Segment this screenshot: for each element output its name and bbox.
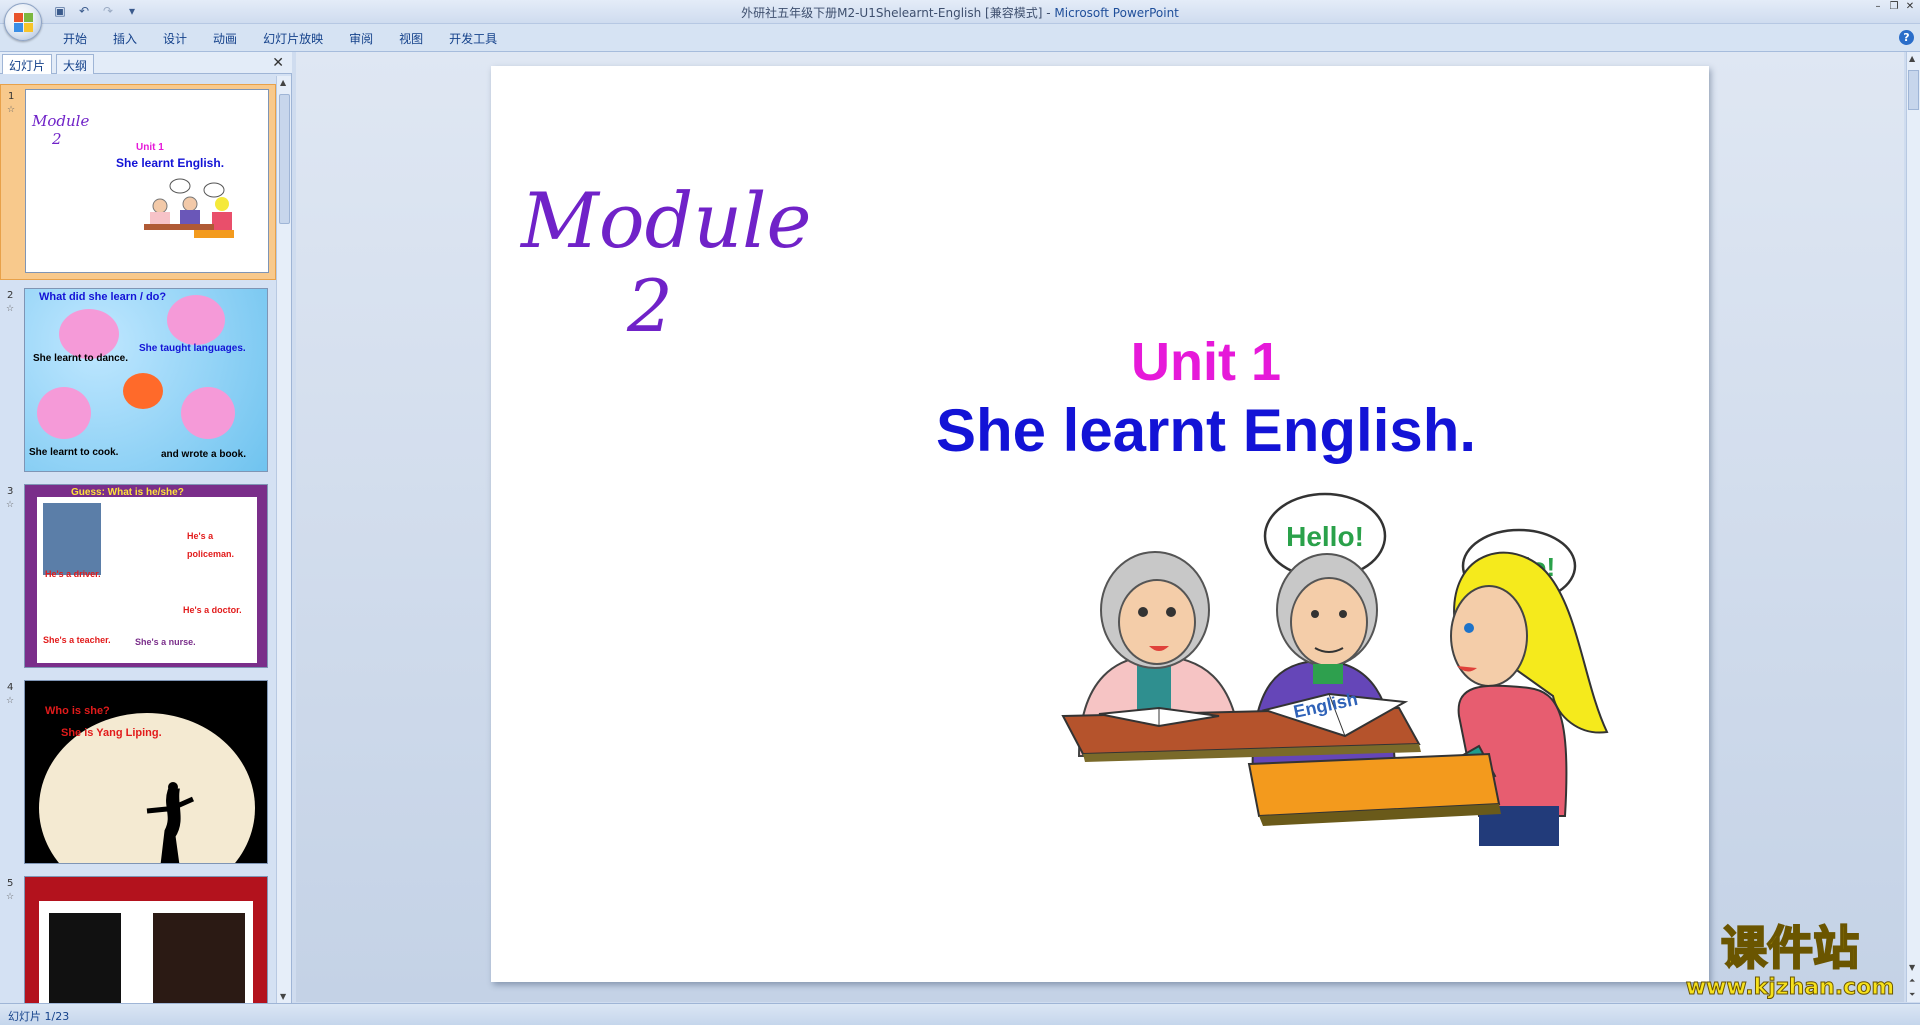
thumbnail-image: Guess: What is he/she? He's a policeman.… [24,484,268,668]
animation-star-icon: ☆ [6,500,15,510]
scroll-down-icon[interactable]: ▼ [280,992,286,1001]
tab-view[interactable]: 视图 [386,30,436,47]
title-separator: - [1042,6,1055,20]
thumb-curtain-left [25,877,39,1003]
tab-slideshow[interactable]: 幻灯片放映 [250,30,336,47]
thumb-illustration [144,178,234,238]
thumb-e: She's a nurse. [135,637,196,647]
thumbnail-image: What did she learn / do? She taught lang… [24,288,268,472]
help-icon[interactable]: ? [1899,30,1914,45]
slide-counter: 幻灯片 1/23 [8,1010,70,1023]
bubble-text-1: Hello! [1286,521,1364,552]
thumb-d: She's a teacher. [43,635,111,645]
classroom-illustration: Hello! Hello! [1061,492,1609,846]
thumb-question: What did she learn / do? [39,291,167,303]
slide-canvas[interactable]: Module 2 Unit 1 She learnt English. Hell… [491,66,1709,982]
slide-thumbnail-3[interactable]: 3 ☆ Guess: What is he/she? He's a police… [0,480,276,676]
scroll-thumb[interactable] [279,94,290,224]
slide-workspace: Module 2 Unit 1 She learnt English. Hell… [296,52,1904,1002]
thumb-q: Who is she? [45,705,110,717]
table-figure [1061,706,1501,826]
thumb-line-2: She learnt to dance. [33,353,129,364]
thumb-a2: policeman. [187,549,235,559]
document-name: 外研社五年级下册M2-U1Shelearnt-English [兼容模式] [741,6,1043,20]
tab-review[interactable]: 审阅 [336,30,386,47]
thumb-flower-2 [167,295,225,345]
thumb-c: He's a doctor. [183,605,242,615]
thumb-photo [43,503,101,575]
thumbnail-image [24,876,268,1003]
status-bar: 幻灯片 1/23 [0,1003,1920,1025]
close-icon[interactable]: ✕ [1902,0,1918,16]
main-scrollbar[interactable]: ▲ ▼ ⏶ ⏷ [1906,52,1920,1002]
ribbon-tabs: 开始 插入 设计 动画 幻灯片放映 审阅 视图 开发工具 ? [0,24,1920,52]
thumbnail-image: Who is she? She is Yang Liping. [24,680,268,864]
animation-star-icon: ☆ [6,892,15,902]
slide-thumbnail-5[interactable]: 5 ☆ [0,872,276,1003]
thumb-b: He's a driver. [45,569,101,579]
watermark-cn: 课件站 [1721,921,1859,975]
watermark-url: www.kjzhan.com [1686,975,1895,1000]
module-heading: Module [521,176,812,265]
scroll-up-icon[interactable]: ▲ [1909,54,1915,63]
scroll-up-icon[interactable]: ▲ [280,78,286,87]
thumb-question: Guess: What is he/she? [71,487,184,498]
tab-slides[interactable]: 幻灯片 [2,54,53,74]
tab-outline[interactable]: 大纲 [56,54,95,74]
thumb-module: Module [32,112,90,130]
thumb-curtain-top [25,877,267,901]
animation-star-icon: ☆ [6,304,15,314]
thumb-photo-2 [153,913,245,1003]
animation-star-icon: ☆ [6,696,15,706]
slide-number: 4 [7,682,14,693]
slide-number: 1 [8,91,15,102]
thumb-line-4: and wrote a book. [161,449,247,460]
watermark-logo: 课件站 www.kjzhan.com [1685,920,1895,1000]
scroll-thumb[interactable] [1908,70,1919,110]
thumb-flower-1 [59,309,119,359]
slide-thumbnail-4[interactable]: 4 ☆ Who is she? She is Yang Liping. [0,676,276,872]
title-bar: ▣ ↶ ↷ ▾ 外研社五年级下册M2-U1Shelearnt-English [… [0,0,1920,41]
slides-panel: 幻灯片 大纲 ✕ 1 ☆ Module 2 Unit 1 She learnt … [0,52,292,1003]
thumb-face [123,373,163,409]
slide-thumbnail-1[interactable]: 1 ☆ Module 2 Unit 1 She learnt English. [0,84,276,280]
panel-tabs: 幻灯片 大纲 ✕ [0,52,292,74]
thumbnail-scrollbar[interactable]: ▲ ▼ [276,76,291,1003]
thumbnail-image: Module 2 Unit 1 She learnt English. [25,89,269,273]
unit-heading: Unit 1 [1130,332,1281,392]
thumb-a: He's a [187,531,214,541]
panel-close-icon[interactable]: ✕ [272,55,284,71]
thumb-line-3: She learnt to cook. [29,447,119,458]
thumb-a: She is Yang Liping. [61,727,162,739]
thumb-flower-3 [37,387,91,439]
tab-developer[interactable]: 开发工具 [436,30,510,47]
window-controls: – ❐ ✕ [1870,0,1918,16]
thumb-photo-1 [49,913,121,1003]
thumb-line-1: She taught languages. [139,343,246,354]
slide-number: 2 [7,290,14,301]
slide-number: 5 [7,878,14,889]
thumbnail-list: 1 ☆ Module 2 Unit 1 She learnt English. [0,76,276,1003]
window-title: 外研社五年级下册M2-U1Shelearnt-English [兼容模式] - … [0,4,1920,21]
thumb-curtain-right [253,877,267,1003]
animation-star-icon: ☆ [7,105,16,115]
thumb-dancer [146,782,195,863]
lesson-title: She learnt English. [935,397,1477,464]
thumb-flower-4 [181,387,235,439]
app-name: Microsoft PowerPoint [1054,6,1179,20]
maximize-icon[interactable]: ❐ [1886,0,1902,16]
tab-design[interactable]: 设计 [150,30,200,47]
slide-number: 3 [7,486,14,497]
minimize-icon[interactable]: – [1870,0,1886,16]
office-button[interactable] [4,3,42,41]
thumb-unit: Unit 1 [136,142,164,153]
office-logo-icon [14,13,34,33]
tab-insert[interactable]: 插入 [100,30,150,47]
tab-home[interactable]: 开始 [50,30,100,47]
thumb-title: She learnt English. [116,156,225,170]
slide-thumbnail-2[interactable]: 2 ☆ What did she learn / do? She taught … [0,284,276,480]
tab-animation[interactable]: 动画 [200,30,250,47]
